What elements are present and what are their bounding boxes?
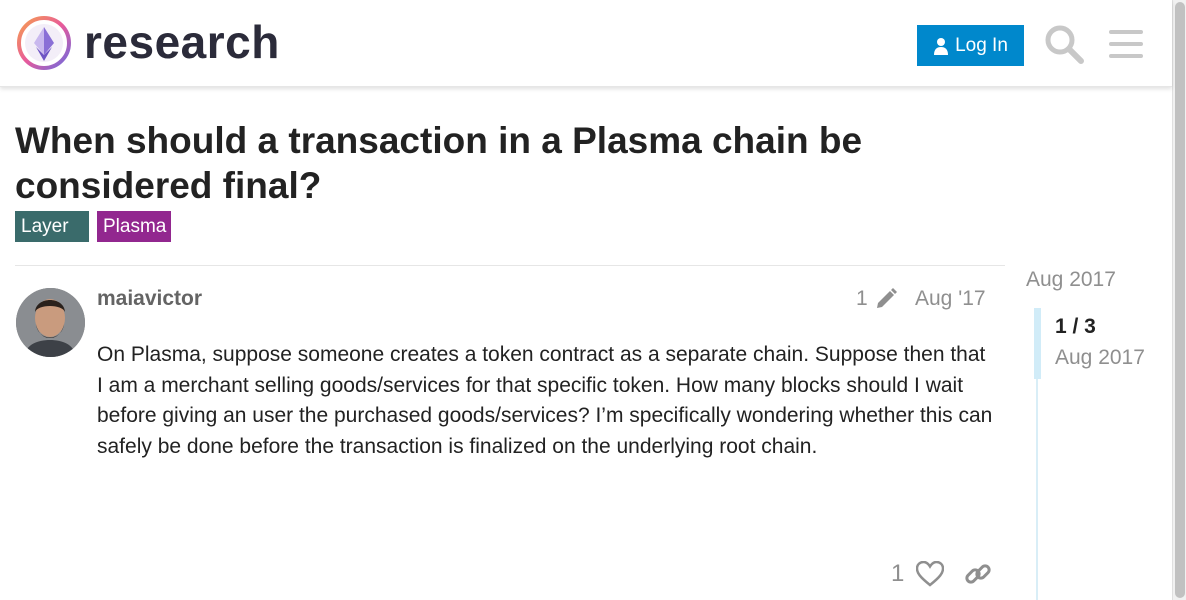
topic-divider — [15, 265, 1005, 266]
login-label: Log In — [955, 34, 1008, 56]
timeline-handle[interactable] — [1034, 308, 1041, 379]
post-username[interactable]: maiavictor — [97, 286, 202, 312]
search-icon — [1045, 25, 1084, 64]
login-button[interactable]: Log In — [917, 25, 1024, 66]
post-date[interactable]: Aug '17 — [915, 286, 986, 312]
share-link-button[interactable] — [962, 558, 994, 590]
heart-icon — [916, 561, 944, 587]
search-button[interactable] — [1042, 22, 1086, 66]
pencil-icon — [876, 288, 897, 308]
timeline-current-date: Aug 2017 — [1055, 346, 1145, 369]
scrollbar-thumb[interactable] — [1175, 2, 1185, 598]
hamburger-menu-icon — [1109, 30, 1143, 58]
avatar[interactable] — [16, 288, 85, 357]
timeline-position: 1 / 3 — [1055, 315, 1096, 338]
edit-count: 1 — [856, 287, 868, 310]
link-icon — [965, 564, 991, 584]
post-body: On Plasma, suppose someone creates a tok… — [97, 343, 993, 458]
site-header: research Log In — [0, 0, 1172, 87]
user-icon — [934, 37, 949, 55]
timeline-start-date[interactable]: Aug 2017 — [1026, 266, 1116, 294]
like-count: 1 — [891, 560, 905, 587]
logo-icon[interactable] — [16, 15, 72, 71]
tag-layer-2[interactable]: Layer 2 — [15, 211, 89, 268]
menu-button[interactable] — [1104, 22, 1148, 66]
post-edit-indicator[interactable]: 1 — [856, 286, 898, 312]
page-scrollbar[interactable] — [1172, 0, 1186, 600]
site-name[interactable]: research — [84, 14, 280, 70]
tag-plasma[interactable]: Plasma — [97, 211, 171, 242]
like-button[interactable] — [914, 558, 946, 590]
topic-title[interactable]: When should a transaction in a Plasma ch… — [15, 118, 975, 208]
